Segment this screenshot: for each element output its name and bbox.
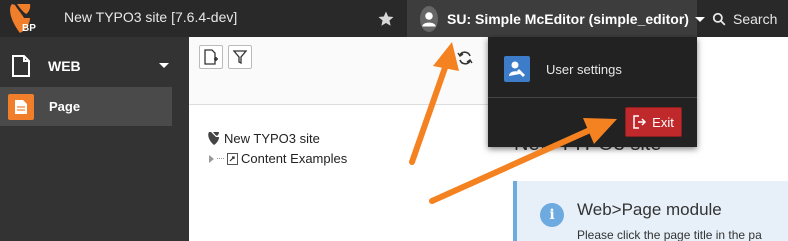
logo-text: BP: [22, 23, 36, 34]
tree-connector: [217, 158, 224, 159]
new-page-button[interactable]: [199, 45, 223, 69]
tree-node[interactable]: Content Examples: [209, 151, 347, 166]
typo3-logo[interactable]: BP: [0, 0, 45, 37]
new-page-icon: [204, 49, 218, 65]
tree-node-label: Content Examples: [241, 151, 348, 166]
tree-root-node[interactable]: New TYPO3 site: [206, 131, 320, 146]
expand-icon[interactable]: [209, 154, 214, 163]
filter-icon: [233, 50, 247, 64]
info-icon: i: [540, 203, 564, 227]
page-icon: [8, 93, 34, 120]
exit-label: Exit: [652, 114, 674, 130]
page-shortcut-icon: [227, 152, 238, 165]
module-group-label: WEB: [48, 58, 81, 74]
search-label: Search: [733, 10, 778, 27]
user-settings-label: User settings: [546, 61, 622, 77]
chevron-down-icon: [159, 63, 169, 68]
filter-button[interactable]: [228, 45, 252, 69]
refresh-icon: [457, 51, 473, 65]
module-group-web[interactable]: WEB: [0, 49, 189, 83]
user-name: SU: Simple McEditor (simple_editor): [447, 10, 689, 27]
page-tree-panel: New TYPO3 site Content Examples: [189, 37, 488, 241]
module-sidebar: WEB Page: [0, 37, 189, 241]
user-settings-item[interactable]: User settings: [488, 48, 697, 90]
search-icon: [712, 12, 726, 25]
user-menu-button[interactable]: SU: Simple McEditor (simple_editor): [407, 0, 705, 37]
tree-toolbar: [189, 37, 488, 105]
menu-divider: [488, 97, 697, 98]
star-icon: [378, 11, 394, 26]
user-icon: [420, 5, 438, 32]
sidebar-item-page[interactable]: Page: [0, 87, 172, 126]
exit-button[interactable]: Exit: [625, 107, 682, 137]
user-settings-icon: [504, 56, 530, 82]
info-text: Please click the page title in the pa: [577, 228, 762, 241]
info-callout: i Web>Page module Please click the page …: [513, 181, 788, 241]
tree-root-label: New TYPO3 site: [224, 131, 320, 146]
user-dropdown-menu: User settings Exit: [488, 37, 697, 147]
search-button[interactable]: Search: [697, 0, 788, 37]
info-title: Web>Page module: [577, 200, 722, 219]
typo3-icon: [208, 132, 219, 145]
document-icon: [12, 55, 30, 77]
top-bar: BP New TYPO3 site [7.6.4-dev] SU: Simple…: [0, 0, 788, 37]
logout-icon: [633, 115, 647, 129]
site-title[interactable]: New TYPO3 site [7.6.4-dev]: [64, 9, 237, 25]
bookmark-button[interactable]: [366, 0, 406, 37]
sidebar-item-label: Page: [49, 99, 81, 114]
refresh-button[interactable]: [457, 50, 473, 71]
